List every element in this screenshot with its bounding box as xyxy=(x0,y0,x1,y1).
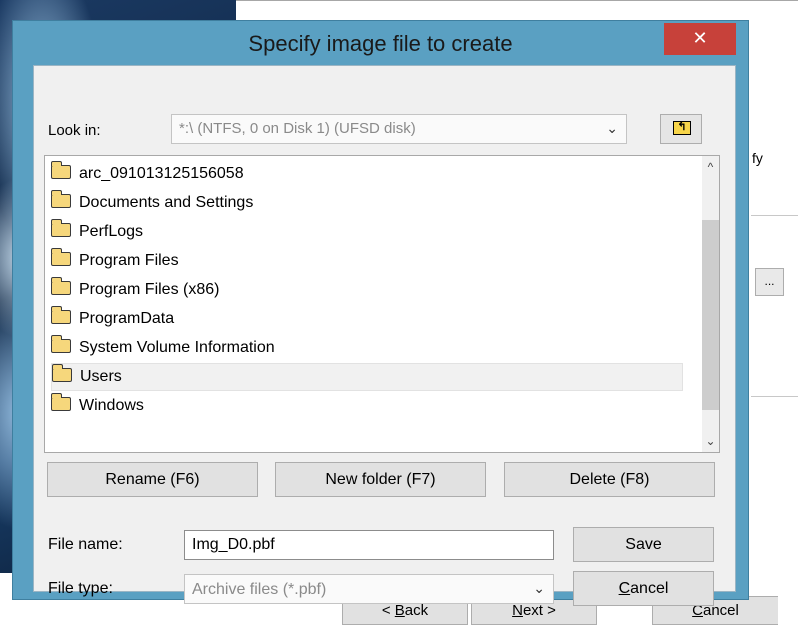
up-one-level-button[interactable]: ↰ xyxy=(660,114,702,144)
list-item[interactable]: Program Files (x86) xyxy=(50,276,683,304)
file-name-label: File name: xyxy=(48,536,123,553)
folder-icon xyxy=(50,161,71,180)
new-folder-button[interactable]: New folder (F7) xyxy=(275,462,486,497)
folder-icon xyxy=(50,248,71,267)
cancel-button[interactable]: Cancel xyxy=(573,571,714,606)
wizard-separator xyxy=(751,215,798,216)
file-type-value: Archive files (*.pbf) xyxy=(192,581,327,598)
list-item-label: System Volume Information xyxy=(79,339,275,356)
next-mnemonic: N xyxy=(512,602,523,619)
wizard-top-border xyxy=(236,0,798,1)
list-item[interactable]: PerfLogs xyxy=(50,218,683,246)
close-button[interactable]: ✕ xyxy=(664,23,736,55)
chevron-down-icon: ⌄ xyxy=(533,580,545,596)
save-button[interactable]: Save xyxy=(573,527,714,562)
list-item-label: Program Files (x86) xyxy=(79,281,220,298)
list-item-label: ProgramData xyxy=(79,310,175,327)
cancel-mnemonic: C xyxy=(618,580,631,597)
list-item-label: Windows xyxy=(79,397,144,414)
dialog-body: Look in: *:\ (NTFS, 0 on Disk 1) (UFSD d… xyxy=(33,65,736,606)
scroll-up-icon[interactable]: ^ xyxy=(702,156,719,178)
wizard-browse-button[interactable]: ... xyxy=(755,268,784,296)
next-label-rest: ext > xyxy=(522,602,556,619)
list-item-label: Documents and Settings xyxy=(79,194,254,211)
list-item-label: Program Files xyxy=(79,252,179,269)
close-icon: ✕ xyxy=(692,28,708,48)
file-type-label: File type: xyxy=(48,580,113,597)
list-item[interactable]: ProgramData xyxy=(50,305,683,333)
folder-icon xyxy=(50,335,71,354)
file-list[interactable]: arc_091013125156058 Documents and Settin… xyxy=(44,155,720,453)
look-in-label: Look in: xyxy=(48,122,101,139)
rename-button[interactable]: Rename (F6) xyxy=(47,462,258,497)
vertical-scrollbar[interactable]: ^ ⌄ xyxy=(702,156,719,452)
list-item-label: Users xyxy=(80,368,122,385)
scrollbar-thumb[interactable] xyxy=(702,220,719,410)
chevron-down-icon: ⌄ xyxy=(606,120,618,136)
wizard-partial-text: fy xyxy=(752,150,763,166)
folder-icon xyxy=(50,306,71,325)
back-mnemonic: B xyxy=(394,602,405,619)
list-item-label: arc_091013125156058 xyxy=(79,165,244,182)
back-prefix: < xyxy=(381,602,395,619)
list-item[interactable]: arc_091013125156058 xyxy=(50,160,683,188)
dialog-title: Specify image file to create xyxy=(248,31,513,56)
folder-icon xyxy=(51,364,72,383)
list-item[interactable]: Windows xyxy=(50,392,683,420)
up-folder-icon: ↰ xyxy=(673,121,691,135)
folder-icon xyxy=(50,190,71,209)
file-type-dropdown[interactable]: Archive files (*.pbf) ⌄ xyxy=(184,574,554,604)
list-item-selected[interactable]: Users xyxy=(51,363,683,391)
list-item[interactable]: Documents and Settings xyxy=(50,189,683,217)
look-in-dropdown[interactable]: *:\ (NTFS, 0 on Disk 1) (UFSD disk) ⌄ xyxy=(171,114,627,144)
look-in-value: *:\ (NTFS, 0 on Disk 1) (UFSD disk) xyxy=(179,120,416,137)
save-image-dialog: Specify image file to create ✕ Look in: … xyxy=(12,20,749,606)
delete-button[interactable]: Delete (F8) xyxy=(504,462,715,497)
cancel-label-rest: ancel xyxy=(630,580,669,597)
folder-icon xyxy=(50,277,71,296)
folder-icon xyxy=(50,219,71,238)
list-item[interactable]: System Volume Information xyxy=(50,334,683,362)
back-label-rest: ack xyxy=(404,602,429,619)
list-item-label: PerfLogs xyxy=(79,223,144,240)
list-item[interactable]: Program Files xyxy=(50,247,683,275)
file-name-input[interactable] xyxy=(184,530,554,560)
wizard-separator xyxy=(751,396,798,397)
folder-icon xyxy=(50,393,71,412)
scroll-down-icon[interactable]: ⌄ xyxy=(702,430,719,452)
